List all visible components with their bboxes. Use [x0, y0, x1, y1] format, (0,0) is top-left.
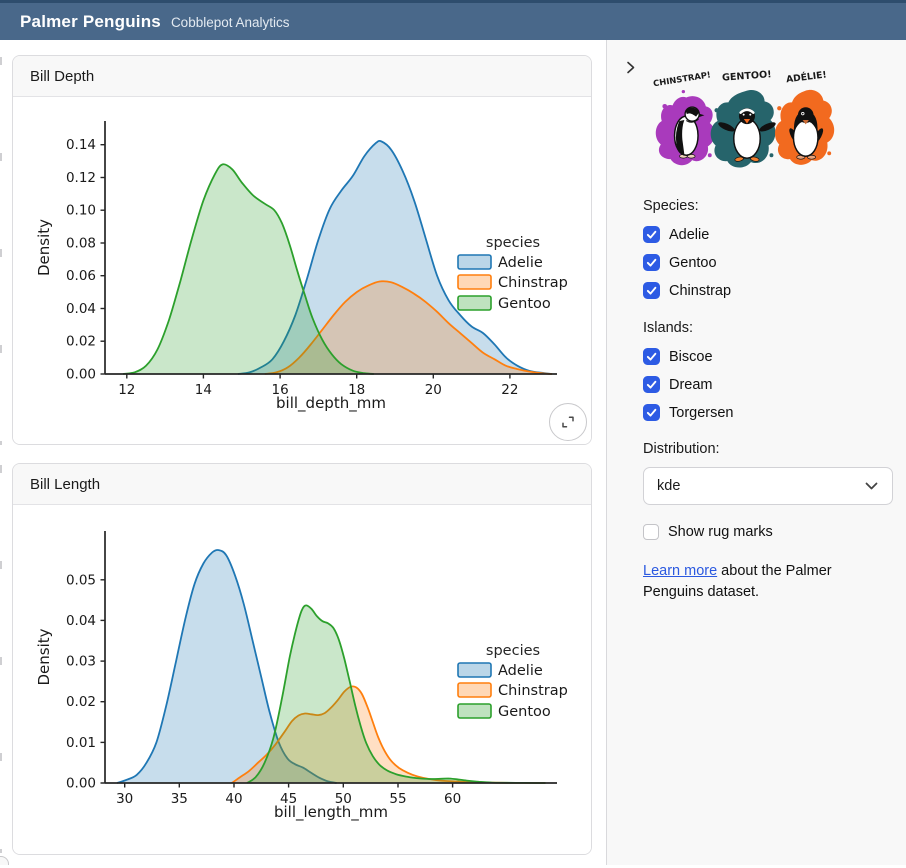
checkbox-label: Dream	[669, 377, 713, 393]
checkbox-row-dream[interactable]: Dream	[643, 376, 892, 393]
svg-text:0.06: 0.06	[66, 268, 96, 284]
svg-text:0.03: 0.03	[66, 654, 96, 670]
expand-icon	[560, 414, 576, 430]
bill-depth-chart: 1214161820220.000.020.040.060.080.100.12…	[13, 97, 591, 445]
svg-text:0.10: 0.10	[66, 203, 96, 219]
offscreen-card-edge	[0, 57, 2, 445]
offscreen-card-edge	[0, 465, 2, 853]
app-subtitle: Cobblepot Analytics	[171, 15, 290, 30]
checkbox-label: Adelie	[669, 227, 709, 243]
distribution-label: Distribution:	[643, 441, 892, 457]
check-icon	[645, 256, 658, 269]
checkbox-label: Gentoo	[669, 255, 717, 271]
species-group-label: Species:	[643, 198, 892, 214]
checkbox-dream[interactable]	[643, 376, 660, 393]
check-icon	[645, 228, 658, 241]
learn-more-link[interactable]: Learn more	[643, 563, 717, 579]
species-checkbox-group: Adelie Gentoo Chinstrap	[643, 226, 892, 299]
artwork-label-chinstrap: CHINSTRAP!	[653, 69, 711, 88]
check-icon	[645, 350, 658, 363]
svg-text:0.02: 0.02	[66, 334, 96, 350]
svg-text:0.12: 0.12	[66, 170, 96, 186]
islands-group-label: Islands:	[643, 320, 892, 336]
svg-text:Chinstrap: Chinstrap	[498, 275, 568, 291]
adelie-splash	[775, 90, 834, 165]
svg-text:0.14: 0.14	[66, 137, 96, 153]
main-content: Bill Depth 1214161820220.000.020.040.060…	[0, 40, 606, 865]
distribution-select[interactable]: kde	[643, 467, 893, 505]
svg-text:Adelie: Adelie	[498, 663, 543, 679]
expand-card-button[interactable]	[549, 403, 587, 441]
svg-text:0.02: 0.02	[66, 694, 96, 710]
svg-text:Gentoo: Gentoo	[498, 296, 551, 312]
svg-text:0.04: 0.04	[66, 301, 96, 317]
svg-text:0.04: 0.04	[66, 613, 96, 629]
svg-text:Density: Density	[35, 219, 53, 276]
chevron-right-icon	[623, 60, 638, 75]
checkbox-rug-marks[interactable]	[643, 524, 659, 540]
svg-text:0.08: 0.08	[66, 236, 96, 252]
card-bill-depth: Bill Depth 1214161820220.000.020.040.060…	[12, 55, 592, 445]
checkbox-gentoo[interactable]	[643, 254, 660, 271]
card-bill-depth-title: Bill Depth	[13, 56, 591, 97]
bill-length-chart: 303540455055600.000.010.020.030.040.05bi…	[13, 505, 591, 855]
svg-text:55: 55	[389, 791, 406, 807]
svg-text:0.05: 0.05	[66, 572, 96, 588]
svg-text:30: 30	[116, 791, 133, 807]
checkbox-chinstrap[interactable]	[643, 282, 660, 299]
svg-text:bill_depth_mm: bill_depth_mm	[276, 394, 386, 413]
check-icon	[645, 284, 658, 297]
chevron-down-icon	[865, 482, 878, 490]
svg-text:Chinstrap: Chinstrap	[498, 683, 568, 699]
svg-text:0.00: 0.00	[66, 776, 96, 792]
offscreen-card-corner	[0, 856, 9, 865]
chinstrap-splash	[656, 90, 715, 165]
islands-checkbox-group: Biscoe Dream Torgersen	[643, 348, 892, 421]
checkbox-row-adelie[interactable]: Adelie	[643, 226, 892, 243]
checkbox-label: Biscoe	[669, 349, 713, 365]
svg-text:bill_length_mm: bill_length_mm	[274, 803, 388, 822]
svg-text:35: 35	[171, 791, 188, 807]
checkbox-label: Torgersen	[669, 405, 733, 421]
distribution-select-value: kde	[657, 478, 680, 494]
artwork-label-gentoo: GENTOO!	[722, 69, 772, 83]
svg-text:22: 22	[501, 382, 518, 398]
svg-text:40: 40	[225, 791, 242, 807]
svg-text:14: 14	[195, 382, 212, 398]
svg-text:species: species	[486, 643, 540, 659]
app-title: Palmer Penguins	[20, 12, 161, 32]
check-icon	[645, 406, 658, 419]
learn-more-text: Learn more about the Palmer Penguins dat…	[643, 561, 895, 603]
svg-text:0.01: 0.01	[66, 735, 96, 751]
checkbox-label: Chinstrap	[669, 283, 731, 299]
penguin-artwork: CHINSTRAP! GENTOO! ADÉLIE!	[653, 69, 839, 173]
card-bill-length: Bill Length 303540455055600.000.010.020.…	[12, 463, 592, 855]
checkbox-row-gentoo[interactable]: Gentoo	[643, 254, 892, 271]
checkbox-torgersen[interactable]	[643, 404, 660, 421]
svg-text:0.00: 0.00	[66, 367, 96, 383]
sidebar: CHINSTRAP! GENTOO! ADÉLIE! Species: Adel…	[606, 40, 906, 865]
svg-text:20: 20	[425, 382, 442, 398]
checkbox-row-biscoe[interactable]: Biscoe	[643, 348, 892, 365]
svg-text:Adelie: Adelie	[498, 255, 543, 271]
checkbox-adelie[interactable]	[643, 226, 660, 243]
svg-text:60: 60	[444, 791, 461, 807]
svg-text:Density: Density	[35, 628, 53, 685]
sidebar-collapse-button[interactable]	[617, 54, 643, 80]
artwork-label-adelie: ADÉLIE!	[785, 69, 827, 85]
svg-text:Gentoo: Gentoo	[498, 704, 551, 720]
rug-marks-row[interactable]: Show rug marks	[643, 523, 892, 540]
svg-text:species: species	[486, 235, 540, 251]
check-icon	[645, 378, 658, 391]
svg-text:12: 12	[118, 382, 135, 398]
app-header: Palmer Penguins Cobblepot Analytics	[0, 0, 906, 40]
gentoo-splash	[711, 90, 777, 168]
checkbox-biscoe[interactable]	[643, 348, 660, 365]
checkbox-row-torgersen[interactable]: Torgersen	[643, 404, 892, 421]
rug-marks-label: Show rug marks	[668, 524, 773, 540]
card-bill-length-title: Bill Length	[13, 464, 591, 505]
checkbox-row-chinstrap[interactable]: Chinstrap	[643, 282, 892, 299]
